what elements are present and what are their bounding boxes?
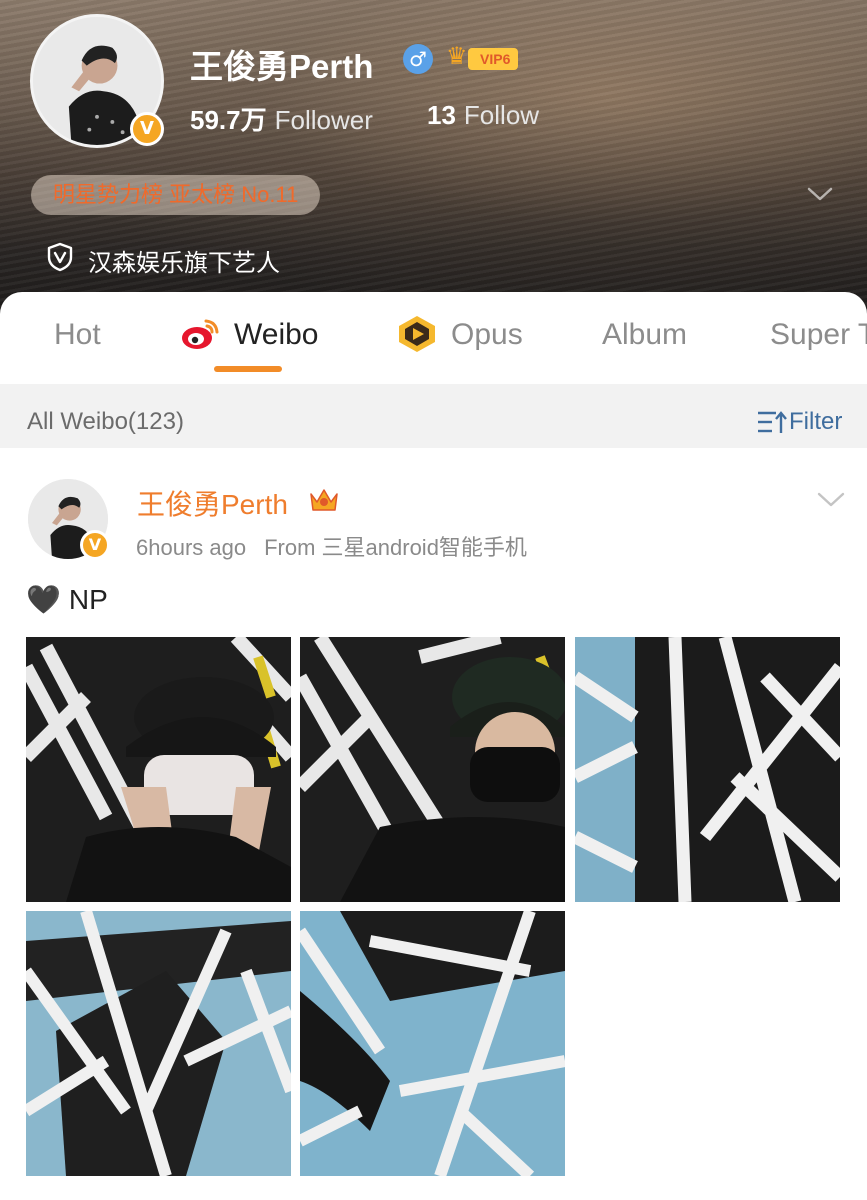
post-photo[interactable] [26, 637, 291, 902]
post-text: 🖤 NP [26, 583, 108, 616]
vip-badge[interactable]: ♛ VIP6 [446, 43, 522, 72]
photo-image [575, 637, 840, 902]
post-photo[interactable] [300, 911, 565, 1176]
vip-label: VIP6 [468, 48, 519, 70]
following-label: Follow [463, 100, 540, 130]
verified-badge-icon: V [130, 112, 164, 146]
post-photo[interactable] [575, 637, 840, 902]
filter-label: Filter [789, 408, 843, 435]
post-time: 6hours ago [136, 535, 247, 560]
tab-hot[interactable]: Hot [54, 318, 101, 352]
profile-header: V 王俊勇Perth ♂ ♛ VIP6 59.7万 Follower 13 Foll… [0, 0, 867, 320]
male-icon: ♂ [403, 44, 433, 74]
rank-badge[interactable]: 明星势力榜 亚太榜 No.11 [31, 175, 321, 215]
post-meta: 6hours ago From 三星android智能手机 [136, 530, 527, 562]
agency-text: 汉森娱乐旗下艺人 [88, 250, 280, 277]
tab-album[interactable]: Album [602, 318, 687, 352]
followers-stat[interactable]: 59.7万 Follower [190, 100, 373, 137]
tab-label: Album [602, 318, 688, 351]
tab-label: Opus [451, 318, 523, 351]
chevron-down-icon[interactable] [806, 184, 834, 204]
post-photo[interactable] [26, 911, 291, 1176]
post-source: From 三星android智能手机 [264, 535, 527, 560]
black-heart-emoji: 🖤 [26, 583, 61, 616]
tab-super-topic[interactable]: Super T [770, 318, 867, 352]
weibo-logo-icon [182, 319, 219, 349]
profile-name: 王俊勇Perth [190, 48, 374, 85]
active-tab-indicator [214, 366, 282, 372]
filter-icon [758, 411, 787, 433]
photo-image [26, 911, 291, 1176]
verified-badge-icon: V [80, 530, 110, 560]
post-author-name[interactable]: 王俊勇Perth [137, 483, 288, 523]
crown-icon: ♛ [446, 43, 468, 70]
post-photo[interactable] [300, 637, 565, 902]
shield-icon [47, 242, 73, 272]
profile-tabs: Hot Weibo Opus Album Super T [0, 292, 867, 384]
opus-logo-icon [399, 316, 435, 352]
photo-image [300, 637, 565, 902]
post-body: NP [68, 584, 108, 615]
tab-label: Hot [54, 318, 101, 351]
filter-bar: All Weibo(123) Filter [0, 384, 867, 448]
vip-crown-icon [310, 489, 338, 511]
photo-image [300, 911, 565, 1176]
photo-image [26, 637, 291, 902]
following-stat[interactable]: 13 Follow [427, 100, 539, 131]
followers-count: 59.7万 [190, 105, 267, 135]
tab-label: Weibo [234, 318, 319, 351]
all-weibo-count: All Weibo(123) [27, 408, 184, 435]
followers-label: Follower [274, 105, 373, 135]
following-count: 13 [427, 100, 456, 130]
tab-label: Super T [770, 318, 867, 351]
chevron-down-icon[interactable] [816, 490, 846, 510]
